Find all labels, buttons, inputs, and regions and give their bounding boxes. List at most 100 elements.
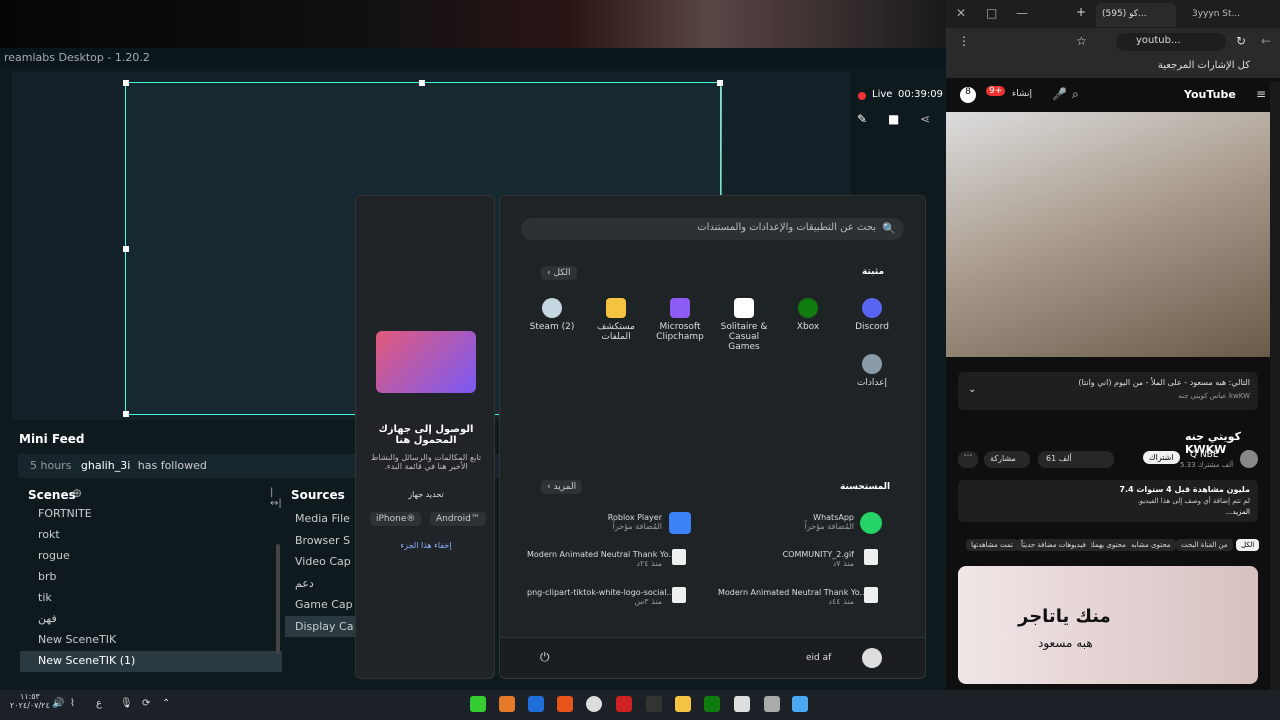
more-actions-icon[interactable]: ⋯ [958, 451, 978, 468]
recommended-thumbnail[interactable]: منك ياتاجر هبه مسعود [958, 566, 1258, 684]
wifi-icon[interactable]: ⌇ [70, 698, 75, 709]
source-item[interactable]: Browser S [285, 530, 355, 552]
mic-icon[interactable]: 🎙 [120, 698, 133, 709]
minimize-icon[interactable]: — [1016, 6, 1028, 20]
all-apps-button[interactable]: ‹ الكل [541, 266, 577, 280]
channel-avatar[interactable] [1240, 450, 1258, 468]
task-view-icon[interactable] [764, 696, 780, 712]
pinned-discord[interactable]: Discord [840, 298, 904, 332]
recommended-item[interactable]: Roblox Player المُضافة مؤخراً [570, 513, 662, 531]
page-scrollbar[interactable] [1270, 82, 1280, 690]
app-taskbar-icon[interactable] [499, 696, 515, 712]
chip-all[interactable]: الكل [1236, 539, 1260, 551]
scene-item[interactable]: brb [20, 567, 282, 588]
scene-item[interactable]: FORTNITE [20, 504, 282, 525]
pinned-xbox[interactable]: Xbox [776, 298, 840, 332]
subscribe-button[interactable]: اشتراك [1143, 451, 1180, 464]
studio-mode-icon[interactable]: ■ [888, 112, 899, 126]
search-icon[interactable]: ⌕ [1072, 87, 1079, 102]
pinned-solitaire[interactable]: Solitaire & Casual Games [712, 298, 776, 352]
reload-icon[interactable]: ↻ [1236, 34, 1246, 48]
star-icon[interactable]: ☆ [1076, 34, 1087, 48]
edit-icon[interactable]: ✎ [857, 112, 867, 126]
chevron-down-icon[interactable]: ⌄ [968, 384, 976, 395]
hide-panel-link[interactable]: إخفاء هذا الجزء [364, 541, 488, 550]
sync-icon[interactable]: ⟳ [142, 698, 150, 709]
scene-item[interactable]: rokt [20, 525, 282, 546]
back-icon[interactable]: ← [1261, 34, 1271, 48]
vpn-taskbar-icon[interactable] [528, 696, 544, 712]
avatar[interactable] [862, 648, 882, 668]
address-bar[interactable]: youtub... [1116, 33, 1226, 51]
add-scene-icon[interactable]: ⊕ [72, 486, 82, 500]
avatar[interactable]: 8 [960, 87, 976, 103]
user-name[interactable]: eid af [806, 653, 831, 663]
chrome-icon[interactable] [586, 696, 602, 712]
start-search-input[interactable]: بحث عن التطبيقات والإعدادات والمستندات [521, 218, 904, 240]
folder-icon[interactable] [675, 696, 691, 712]
recommended-item[interactable]: png-clipart-tiktok-white-logo-social... … [527, 588, 674, 606]
description-box[interactable]: 7.4 مليون مشاهدة قبل 4 سنوات لم تتم إضاف… [958, 480, 1258, 522]
xbox-icon[interactable] [704, 696, 720, 712]
source-item[interactable]: دعم [285, 573, 355, 595]
hamburger-icon[interactable]: ≡ [1256, 87, 1266, 101]
share-button[interactable]: مشاركة [984, 451, 1030, 468]
chip[interactable]: محتوى يهمك [1084, 539, 1131, 551]
android-button[interactable]: Android™ [430, 512, 486, 526]
source-item[interactable]: Video Cap [285, 551, 355, 573]
copy-icon[interactable] [734, 696, 750, 712]
scene-item[interactable]: فهن [20, 609, 282, 630]
more-button[interactable]: ‹ المزيد [541, 480, 583, 494]
app-taskbar-icon[interactable] [557, 696, 573, 712]
streamlabs-taskbar-icon[interactable] [470, 696, 486, 712]
recommended-item[interactable]: Modern Animated Neutral Thank Yo... منذ … [527, 550, 676, 568]
video-player[interactable] [946, 112, 1270, 357]
maximize-icon[interactable]: □ [986, 6, 997, 20]
chip[interactable]: فيديوهات مضافة حديثاً [1016, 539, 1091, 551]
notification-badge[interactable]: 9+ [986, 86, 1006, 96]
like-button[interactable]: 61 ألف [1038, 451, 1114, 468]
channel-name[interactable]: Q NBE [1190, 450, 1219, 460]
power-icon[interactable]: ⏻ [540, 650, 550, 665]
source-item[interactable]: Media File [285, 508, 355, 530]
pinned-settings[interactable]: إعدادات [840, 354, 904, 388]
iphone-button[interactable]: iPhone® [370, 512, 422, 526]
playlist-bar[interactable]: التالي: هبه مسعود - على الملأ - من اليوم… [958, 372, 1258, 410]
mic-icon[interactable]: 🎤 [1052, 87, 1067, 101]
windows-start-icon[interactable] [792, 696, 808, 712]
chip[interactable]: من القناة البحث [1176, 539, 1233, 551]
scene-item[interactable]: New SceneTIK [20, 630, 282, 651]
bookmarks-bar[interactable]: كل الإشارات المرجعية [946, 56, 1280, 78]
source-item-active[interactable]: Display Ca [285, 615, 355, 637]
youtube-logo[interactable]: YouTube [1184, 88, 1236, 101]
pinned-steam[interactable]: Steam (2) [520, 298, 584, 332]
share-icon[interactable]: ⋖ [920, 112, 930, 126]
pinned-clipchamp[interactable]: Microsoft Clipchamp [648, 298, 712, 342]
pinned-file-explorer[interactable]: مستكشف الملفات [584, 298, 648, 342]
clock[interactable]: ١١:٥٣ ٢٠٢٤/٠٧/٢٤ [10, 692, 50, 710]
recommended-item[interactable]: WhatsApp المُضافة مؤخراً [760, 513, 854, 531]
scene-item-active[interactable]: New SceneTIK (1) [20, 651, 282, 672]
language-indicator[interactable]: ع [96, 698, 102, 709]
tab-kick[interactable]: 3yyyn St... [1186, 3, 1276, 27]
new-tab-icon[interactable]: + [1076, 5, 1086, 19]
volume-icon[interactable]: 🔊 [52, 698, 64, 709]
recommended-item[interactable]: Modern Animated Neutral Thank Yo... منذ … [718, 588, 867, 606]
scene-item[interactable]: rogue [20, 546, 282, 567]
scene-scrollbar[interactable] [276, 544, 280, 654]
cards-icon [734, 298, 754, 318]
recommended-item[interactable]: COMMUNITY_2.gif منذ ٧د [760, 550, 854, 568]
chip[interactable]: تمت مشاهدتها [966, 539, 1018, 551]
chevron-up-icon[interactable]: ⌃ [162, 698, 170, 709]
show-more-link[interactable]: ...المزيد [1226, 508, 1250, 516]
app-taskbar-icon[interactable] [616, 696, 632, 712]
menu-icon[interactable]: ⋮ [958, 34, 970, 48]
scene-item[interactable]: tik [20, 588, 282, 609]
source-item[interactable]: Game Cap [285, 594, 355, 616]
epic-games-icon[interactable] [646, 696, 662, 712]
create-button[interactable]: إنشاء [1012, 89, 1032, 99]
chip[interactable]: محتوى مشابه [1126, 539, 1176, 551]
tab-youtube[interactable]: (595) كو... [1096, 3, 1176, 27]
close-icon[interactable]: ✕ [956, 6, 966, 20]
rec-sub: منذ ٣س [634, 597, 662, 606]
